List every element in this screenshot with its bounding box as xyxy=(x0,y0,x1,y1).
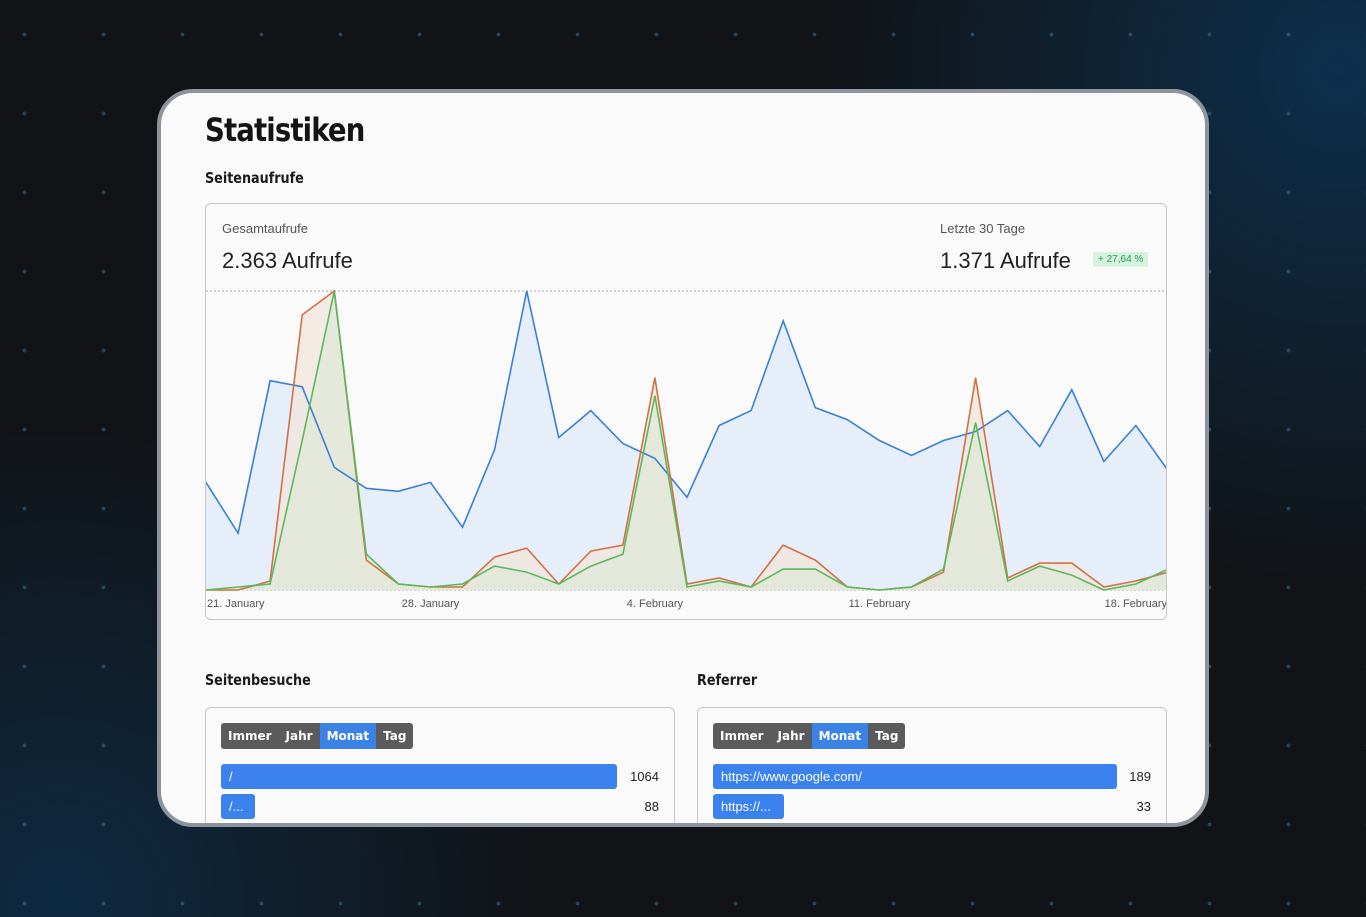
page-visits-section-title: Seitenbesuche xyxy=(205,671,311,689)
referrer-bar[interactable]: https://www.google.com/ xyxy=(713,764,1117,789)
filter-tag-button[interactable]: Tag xyxy=(376,723,414,749)
list-item: https://www.google.com/ 189 xyxy=(713,764,1151,789)
list-item: / 1064 xyxy=(221,764,659,789)
referrer-section-title: Referrer xyxy=(697,671,758,689)
filter-monat-button[interactable]: Monat xyxy=(811,723,869,749)
referrer-bar[interactable]: https://... xyxy=(713,794,784,819)
page-visits-filter-group: Immer Jahr Monat Tag xyxy=(221,723,414,749)
filter-jahr-button[interactable]: Jahr xyxy=(770,723,812,749)
referrer-filter-group: Immer Jahr Monat Tag xyxy=(713,723,906,749)
filter-jahr-button[interactable]: Jahr xyxy=(278,723,320,749)
x-tick-label: 4. February xyxy=(627,598,684,610)
pageviews-section-title: Seitenaufrufe xyxy=(205,169,304,187)
filter-immer-button[interactable]: Immer xyxy=(713,723,771,749)
page-bar[interactable]: / xyxy=(221,764,617,789)
list-item: https://... 33 xyxy=(713,794,1151,819)
filter-tag-button[interactable]: Tag xyxy=(868,723,906,749)
page-bar[interactable]: /... xyxy=(221,794,255,819)
referrer-card: Immer Jahr Monat Tag https://www.google.… xyxy=(697,707,1167,823)
page-title: Statistiken xyxy=(205,111,365,149)
pageviews-chart: 21. January 28. January 4. February 11. Feb… xyxy=(206,289,1167,610)
x-axis-ticks: 21. January 28. January 4. February 11. Feb… xyxy=(207,598,1167,610)
list-item: /... 88 xyxy=(221,794,659,819)
x-tick-label: 18. February xyxy=(1105,598,1167,610)
referrer-count: 33 xyxy=(1136,799,1151,814)
x-tick-label: 28. January xyxy=(402,598,460,610)
filter-immer-button[interactable]: Immer xyxy=(221,723,279,749)
page-visits-card: Immer Jahr Monat Tag / 1064 /... 88 xyxy=(205,707,675,823)
referrer-count: 189 xyxy=(1129,769,1151,784)
statistics-window: Statistiken Seitenaufrufe Gesamtaufrufe … xyxy=(157,89,1209,827)
page-count: 1064 xyxy=(630,769,659,784)
filter-monat-button[interactable]: Monat xyxy=(319,723,377,749)
x-tick-label: 11. February xyxy=(849,598,911,610)
chart-series-group xyxy=(206,289,1166,591)
pageviews-chart-card: Gesamtaufrufe 2.363 Aufrufe Letzte 30 Ta… xyxy=(205,203,1167,620)
page-count: 88 xyxy=(644,799,659,814)
x-tick-label: 21. January xyxy=(207,598,265,610)
